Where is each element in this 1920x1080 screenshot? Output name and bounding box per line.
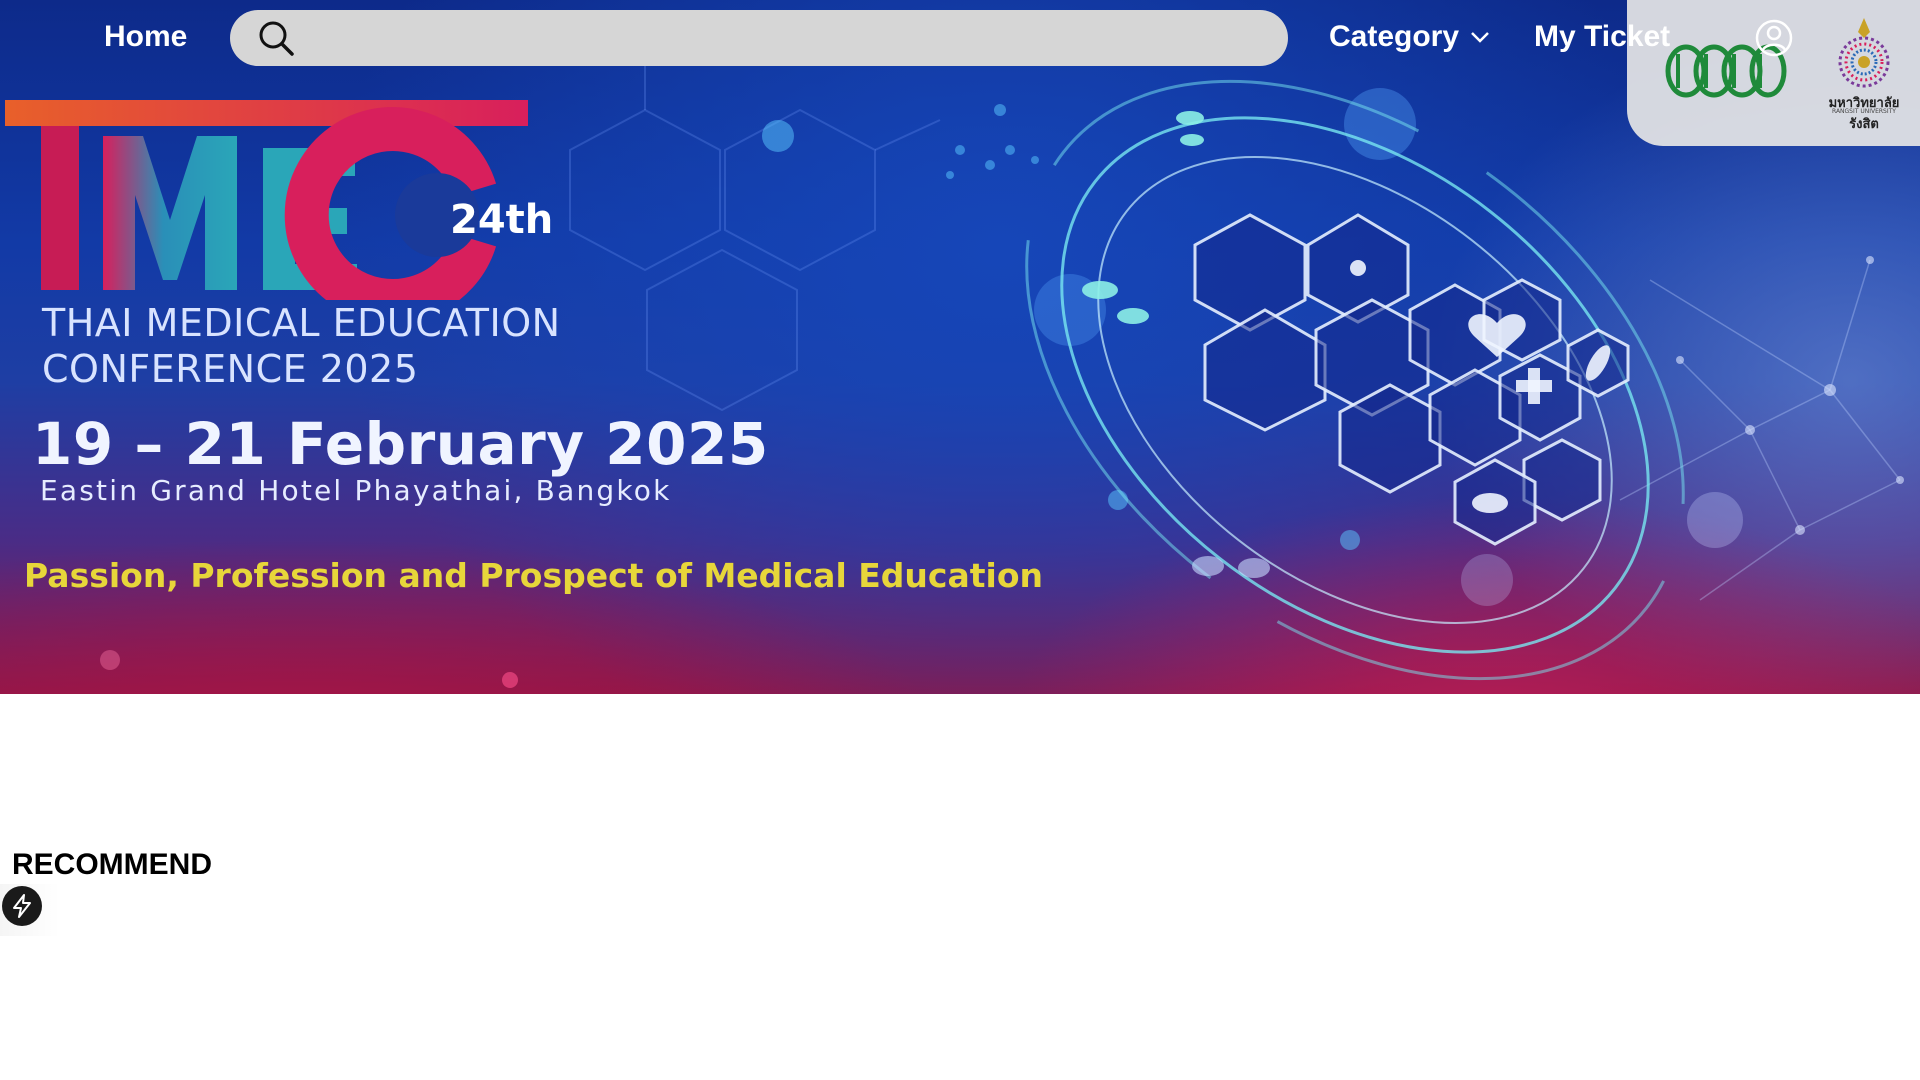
tmec-edition: 24th bbox=[450, 197, 553, 243]
search-bar[interactable] bbox=[230, 9, 1288, 67]
floating-action-button[interactable] bbox=[2, 886, 42, 926]
rsu-name-en: RANGSIT UNIVERSITY bbox=[1832, 108, 1896, 115]
search-icon[interactable] bbox=[254, 16, 298, 60]
tmec-edition-text: 24th bbox=[450, 197, 554, 243]
hero-title-line2: CONFERENCE 2025 bbox=[42, 347, 419, 391]
bolt-icon bbox=[13, 894, 31, 918]
hero-venue: Eastin Grand Hotel Phayathai, Bangkok bbox=[40, 474, 672, 507]
hero-tagline: Passion, Profession and Prospect of Medi… bbox=[24, 556, 1043, 595]
hero-title-line1: THAI MEDICAL EDUCATION bbox=[42, 301, 561, 345]
nav-category-label: Category bbox=[1329, 20, 1460, 53]
user-circle-icon[interactable] bbox=[1754, 18, 1794, 58]
nav-home-link[interactable]: Home bbox=[104, 20, 187, 54]
section-title-recommend: RECOMMEND bbox=[12, 848, 212, 881]
partner-logo-rsu bbox=[1838, 18, 1890, 88]
nav-category-dropdown[interactable]: Category bbox=[1329, 20, 1491, 54]
chevron-down-icon bbox=[1471, 32, 1489, 43]
search-input[interactable] bbox=[306, 9, 1288, 67]
hero-date: 19 – 21 February 2025 bbox=[32, 410, 769, 478]
nav-my-ticket-link[interactable]: My Ticket bbox=[1534, 20, 1670, 54]
